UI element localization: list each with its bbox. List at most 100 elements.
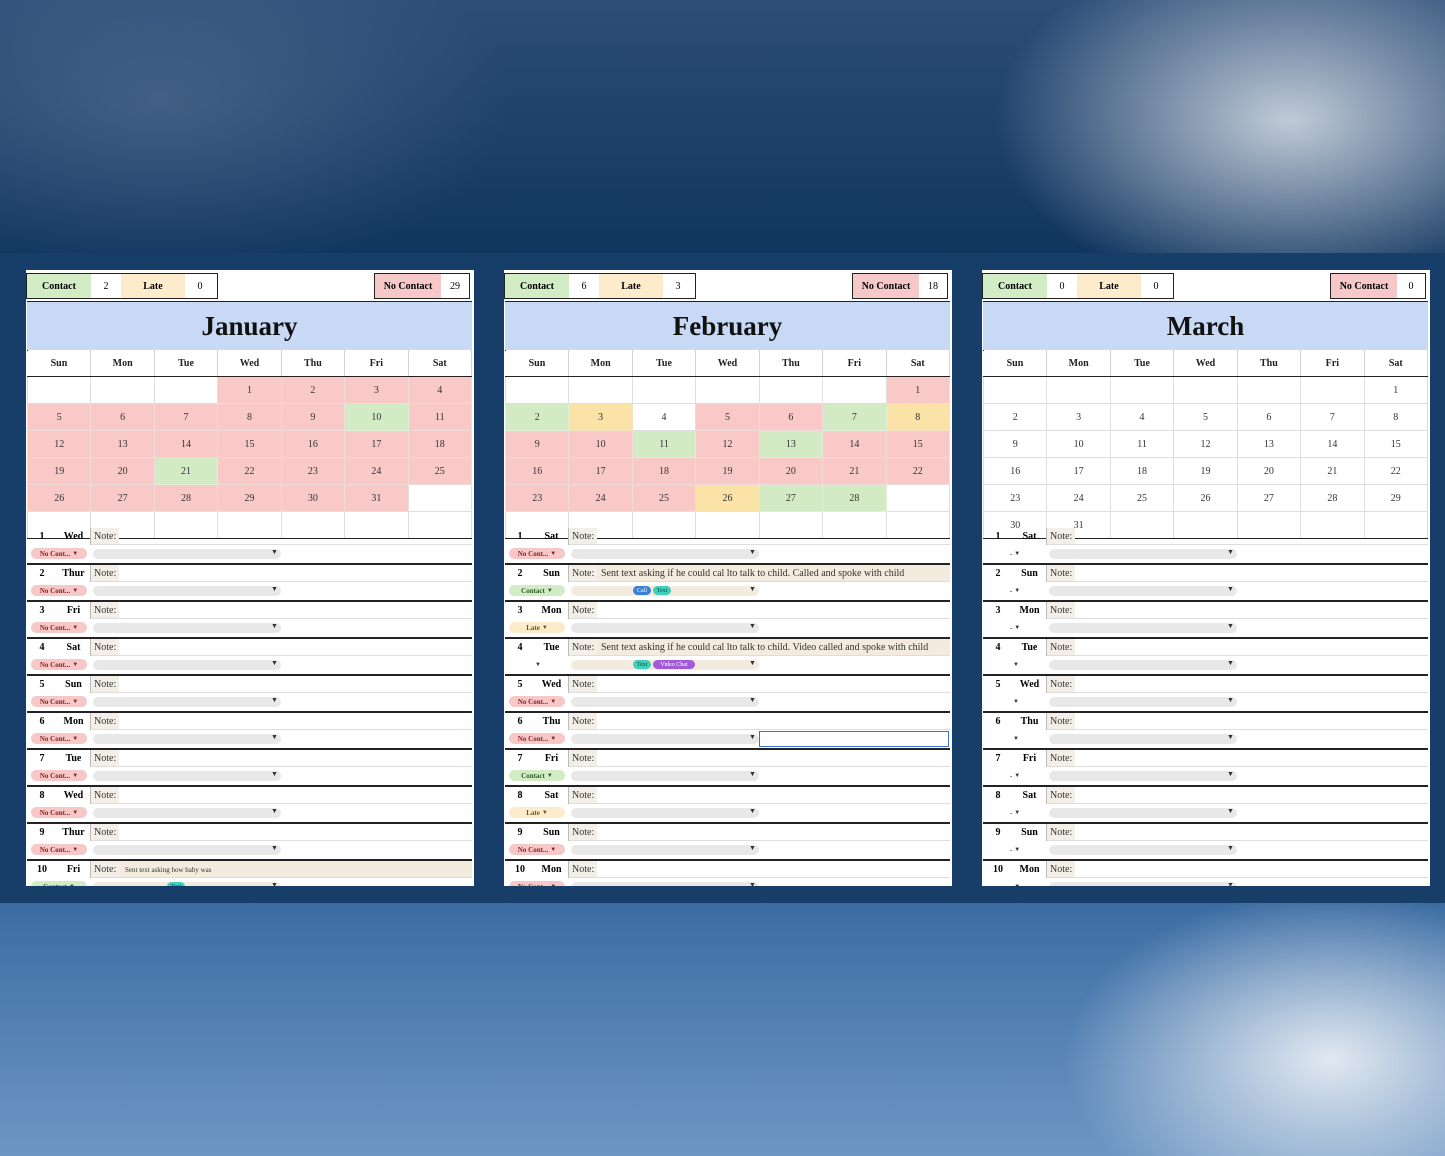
calendar-day[interactable]: 29 <box>217 484 282 512</box>
note-text[interactable]: Sent text asking if he could cal lto tal… <box>601 639 928 656</box>
calendar-day[interactable]: 3 <box>568 403 633 431</box>
calendar-day[interactable]: 2 <box>504 403 570 431</box>
calendar-day[interactable]: 17 <box>1046 457 1111 485</box>
calendar-day[interactable]: 28 <box>822 484 887 512</box>
contact-type-dropdown[interactable] <box>571 734 759 744</box>
calendar-day[interactable]: 22 <box>885 457 951 485</box>
calendar-day[interactable]: 9 <box>504 430 570 458</box>
calendar-day[interactable]: 13 <box>90 430 155 458</box>
calendar-day[interactable]: 29 <box>1363 484 1429 512</box>
calendar-day[interactable]: 26 <box>695 484 760 512</box>
calendar-day[interactable]: 11 <box>631 430 697 458</box>
status-dropdown[interactable]: No Cont...▼ <box>31 733 87 744</box>
calendar-day[interactable]: 4 <box>631 403 697 431</box>
calendar-day[interactable]: 28 <box>153 484 219 512</box>
calendar-day[interactable]: 23 <box>280 457 346 485</box>
calendar-day[interactable]: 5 <box>26 403 92 431</box>
contact-type-dropdown[interactable] <box>1049 697 1237 707</box>
calendar-day[interactable]: 27 <box>758 484 824 512</box>
calendar-day[interactable]: 17 <box>344 430 409 458</box>
calendar-day[interactable]: 14 <box>822 430 887 458</box>
note-text[interactable]: Sent text asking how baby was <box>125 861 212 878</box>
status-dropdown[interactable]: Contact▼ <box>509 770 565 781</box>
calendar-day[interactable]: 18 <box>631 457 697 485</box>
contact-type-dropdown[interactable] <box>93 697 281 707</box>
calendar-day[interactable]: 18 <box>407 430 473 458</box>
calendar-day[interactable]: 24 <box>344 457 409 485</box>
contact-type-dropdown[interactable] <box>93 549 281 559</box>
calendar-day[interactable]: 13 <box>758 430 824 458</box>
contact-type-dropdown[interactable] <box>1049 734 1237 744</box>
status-dropdown[interactable]: No Cont...▼ <box>31 807 87 818</box>
contact-type-dropdown[interactable] <box>1049 660 1237 670</box>
status-dropdown[interactable]: No Cont...▼ <box>509 881 565 886</box>
contact-type-dropdown[interactable] <box>93 734 281 744</box>
calendar-day[interactable]: 25 <box>1109 484 1175 512</box>
contact-type-dropdown[interactable] <box>93 771 281 781</box>
contact-type-dropdown[interactable] <box>1049 808 1237 818</box>
status-dropdown[interactable]: Contact▼ <box>509 585 565 596</box>
status-dropdown[interactable]: No Cont...▼ <box>31 548 87 559</box>
status-dropdown[interactable]: ▼ <box>987 659 1043 670</box>
calendar-day[interactable]: 21 <box>822 457 887 485</box>
contact-type-dropdown[interactable] <box>93 660 281 670</box>
calendar-day[interactable]: 10 <box>1046 430 1111 458</box>
status-dropdown[interactable]: -▼ <box>987 622 1043 633</box>
calendar-day[interactable]: 5 <box>695 403 760 431</box>
calendar-day[interactable]: 19 <box>26 457 92 485</box>
calendar-day[interactable]: 12 <box>695 430 760 458</box>
calendar-day[interactable]: 26 <box>1173 484 1238 512</box>
calendar-day[interactable]: 10 <box>344 403 409 431</box>
calendar-day[interactable]: 14 <box>1300 430 1365 458</box>
contact-type-dropdown[interactable] <box>571 808 759 818</box>
calendar-day[interactable]: 21 <box>1300 457 1365 485</box>
status-dropdown[interactable]: Late ▼ <box>509 807 565 818</box>
calendar-day[interactable]: 5 <box>1173 403 1238 431</box>
calendar-day[interactable]: 15 <box>885 430 951 458</box>
contact-type-dropdown[interactable] <box>93 586 281 596</box>
calendar-day[interactable]: 28 <box>1300 484 1365 512</box>
status-dropdown[interactable]: -▼ <box>987 585 1043 596</box>
contact-type-dropdown[interactable] <box>93 882 281 886</box>
calendar-day[interactable]: 8 <box>885 403 951 431</box>
calendar-day[interactable]: 11 <box>1109 430 1175 458</box>
calendar-day[interactable]: 2 <box>280 376 346 404</box>
status-dropdown[interactable]: No Cont...▼ <box>509 844 565 855</box>
contact-type-dropdown[interactable] <box>93 808 281 818</box>
calendar-day[interactable]: 10 <box>568 430 633 458</box>
calendar-day[interactable]: 14 <box>153 430 219 458</box>
calendar-day[interactable]: 19 <box>695 457 760 485</box>
status-dropdown[interactable]: -▼ <box>987 844 1043 855</box>
status-dropdown[interactable]: No Cont...▼ <box>31 585 87 596</box>
status-dropdown[interactable]: No Cont...▼ <box>31 770 87 781</box>
calendar-day[interactable]: 2 <box>982 403 1048 431</box>
calendar-day[interactable]: 19 <box>1173 457 1238 485</box>
status-dropdown[interactable]: ▼ <box>987 696 1043 707</box>
calendar-day[interactable]: 20 <box>90 457 155 485</box>
contact-type-dropdown[interactable] <box>571 845 759 855</box>
note-text[interactable]: Sent text asking if he could cal lto tal… <box>601 565 904 582</box>
calendar-day[interactable]: 3 <box>344 376 409 404</box>
calendar-day[interactable]: 1 <box>885 376 951 404</box>
calendar-day[interactable]: 7 <box>1300 403 1365 431</box>
contact-type-dropdown[interactable] <box>93 845 281 855</box>
contact-type-dropdown[interactable] <box>93 623 281 633</box>
calendar-day[interactable]: 18 <box>1109 457 1175 485</box>
calendar-day[interactable]: 27 <box>90 484 155 512</box>
calendar-day[interactable]: 6 <box>1236 403 1302 431</box>
contact-type-dropdown[interactable] <box>1049 586 1237 596</box>
calendar-day[interactable]: 13 <box>1236 430 1302 458</box>
status-dropdown[interactable]: No Cont...▼ <box>31 622 87 633</box>
calendar-day[interactable]: 17 <box>568 457 633 485</box>
calendar-day[interactable]: 9 <box>982 430 1048 458</box>
calendar-day[interactable]: 12 <box>26 430 92 458</box>
calendar-day[interactable]: 8 <box>217 403 282 431</box>
calendar-day[interactable]: 15 <box>217 430 282 458</box>
contact-type-dropdown[interactable] <box>571 549 759 559</box>
contact-type-dropdown[interactable] <box>1049 845 1237 855</box>
calendar-day[interactable]: 4 <box>1109 403 1175 431</box>
calendar-day[interactable]: 20 <box>1236 457 1302 485</box>
calendar-day[interactable]: 6 <box>90 403 155 431</box>
calendar-day[interactable]: 30 <box>280 484 346 512</box>
contact-type-dropdown[interactable] <box>1049 549 1237 559</box>
